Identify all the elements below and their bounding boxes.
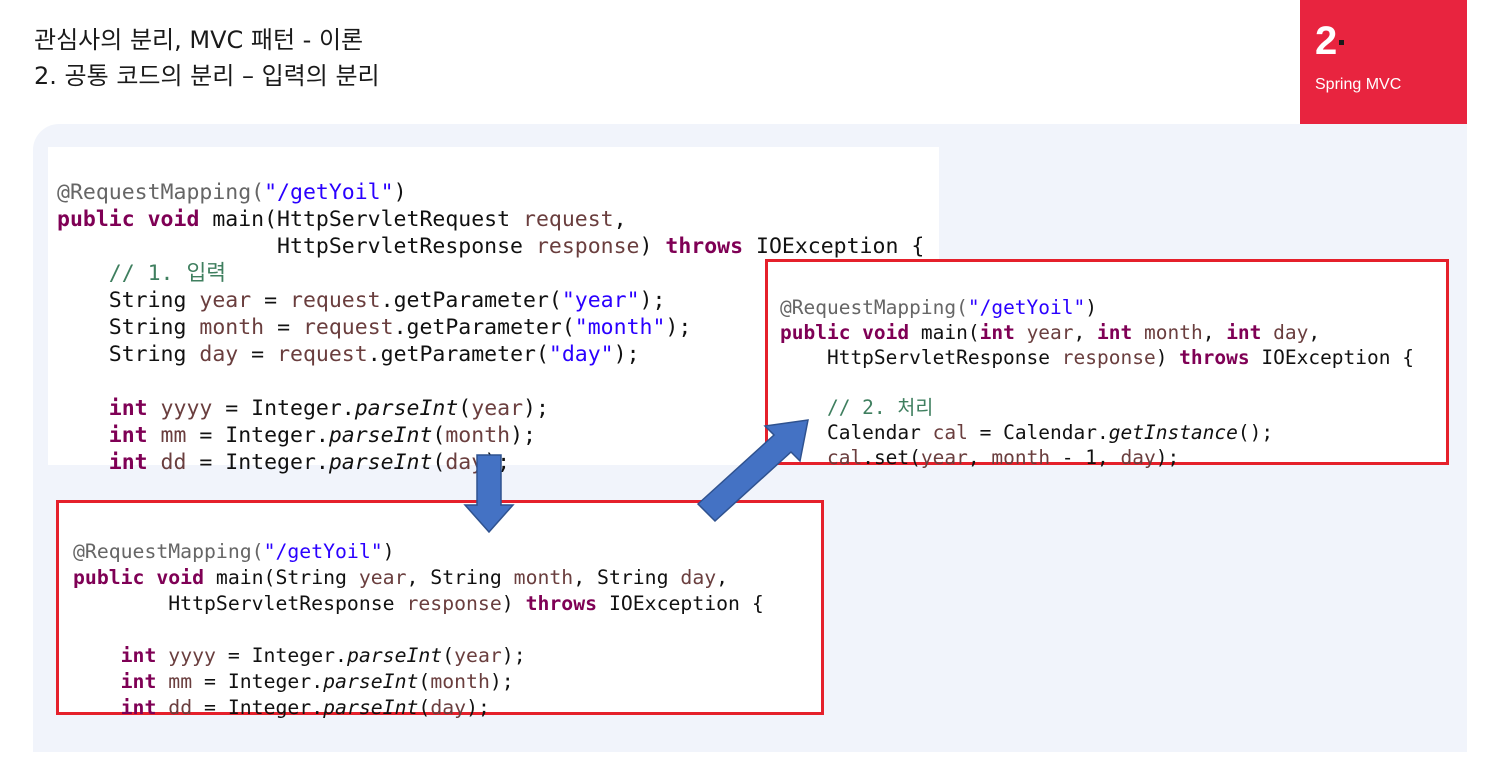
code-line: HttpServletResponse response) throws IOE… bbox=[73, 592, 764, 615]
section-number-dot bbox=[1339, 40, 1344, 45]
code-line: public void main(HttpServletRequest requ… bbox=[57, 207, 627, 232]
code-line: HttpServletResponse response) throws IOE… bbox=[780, 346, 1414, 369]
code-block-processing: @RequestMapping("/getYoil") public void m… bbox=[765, 259, 1449, 469]
section-number: 2 bbox=[1315, 19, 1338, 63]
slide-title-line-1: 관심사의 분리, MVC 패턴 - 이론 bbox=[34, 26, 364, 54]
code-input-separated-text: @RequestMapping("/getYoil") public void m… bbox=[73, 513, 764, 773]
arrow-down-icon bbox=[463, 454, 515, 534]
code-line: @RequestMapping("/getYoil") bbox=[73, 540, 395, 563]
code-block-input-separated: @RequestMapping("/getYoil") public void m… bbox=[56, 500, 824, 719]
code-line: public void main(int year, int month, in… bbox=[780, 321, 1321, 344]
slide-title: 관심사의 분리, MVC 패턴 - 이론 2. 공통 코드의 분리 – 입력의 … bbox=[34, 22, 380, 94]
slide-title-line-2: 2. 공통 코드의 분리 – 입력의 분리 bbox=[34, 62, 380, 90]
code-line: Calendar cal = Calendar.getInstance(); bbox=[780, 421, 1274, 444]
code-comment: // 2. 처리 bbox=[780, 396, 934, 419]
code-line: @RequestMapping("/getYoil") bbox=[780, 296, 1097, 319]
code-line: @RequestMapping("/getYoil") bbox=[57, 180, 407, 205]
code-line: public void main(String year, String mon… bbox=[73, 566, 729, 589]
code-processing-text: @RequestMapping("/getYoil") public void m… bbox=[780, 270, 1414, 520]
arrow-up-right-icon bbox=[696, 419, 809, 523]
code-line: int dd = Integer.parseInt(day); bbox=[73, 696, 490, 719]
code-line: int yyyy = Integer.parseInt(year); bbox=[73, 644, 526, 667]
section-label: Spring MVC bbox=[1315, 76, 1402, 93]
code-line: int mm = Integer.parseInt(month); bbox=[73, 670, 514, 693]
code-line: cal.set(year, month - 1, day); bbox=[826, 446, 1180, 469]
code-line: HttpServletResponse response) throws IOE… bbox=[57, 234, 925, 259]
